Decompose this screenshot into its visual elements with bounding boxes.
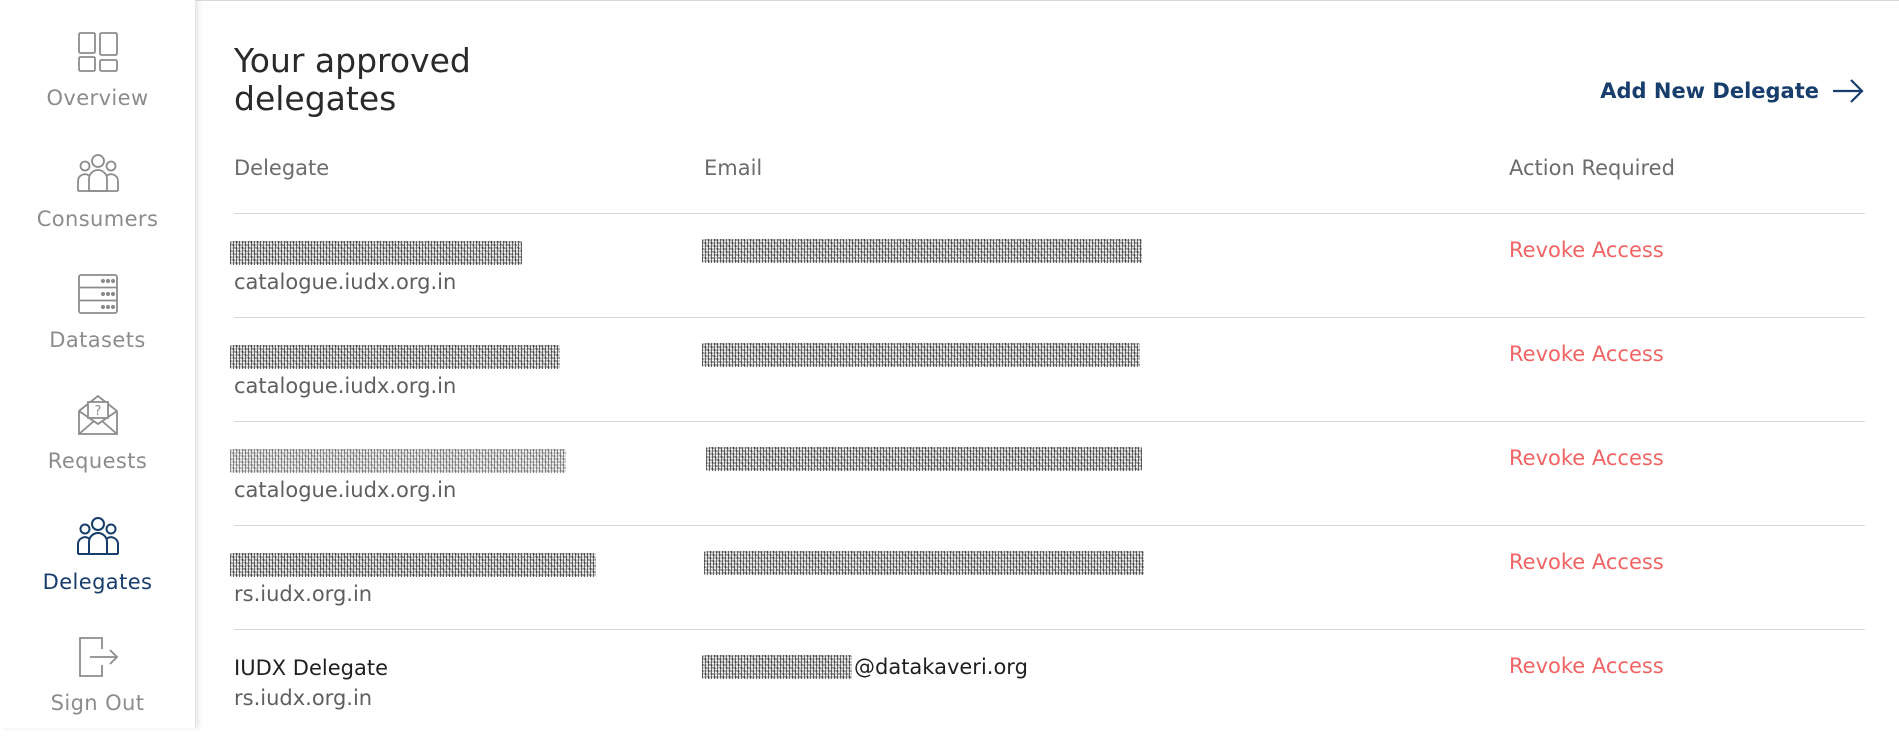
sidebar-item-label: Requests [47, 449, 148, 473]
column-header-delegate: Delegate [234, 156, 330, 180]
sidebar-item-label: Sign Out [50, 691, 145, 715]
revoke-access-button[interactable]: Revoke Access [1509, 446, 1664, 470]
requests-icon: ? [76, 393, 120, 437]
revoke-access-button[interactable]: Revoke Access [1509, 342, 1664, 366]
email-domain: @datakaveri.org [854, 655, 1028, 679]
redacted-delegate-name [230, 241, 522, 265]
delegate-server: rs.iudx.org.in [234, 582, 373, 606]
sidebar-item-label: Datasets [49, 328, 146, 352]
table-row: catalogue.iudx.org.in Revoke Access [230, 213, 1865, 318]
column-header-action: Action Required [1509, 156, 1675, 180]
redacted-delegate-name [230, 345, 560, 369]
table-row: catalogue.iudx.org.in Revoke Access [230, 421, 1865, 526]
redacted-email [702, 343, 1140, 367]
delegate-email [702, 234, 1142, 268]
table-row: rs.iudx.org.in Revoke Access [230, 525, 1865, 630]
table-row: IUDX Delegate rs.iudx.org.in @datakaveri… [234, 629, 1865, 734]
redacted-delegate-name [230, 449, 566, 473]
sidebar-item-label: Overview [46, 86, 149, 110]
delegate-email [702, 442, 1142, 476]
delegate-email: @datakaveri.org [702, 650, 1028, 684]
delegate-email [702, 546, 1144, 580]
sidebar-item-datasets[interactable]: Datasets [0, 262, 195, 374]
table-row: catalogue.iudx.org.in Revoke Access [230, 317, 1865, 422]
sidebar: Overview Consumers Datasets ? Requests D… [0, 0, 196, 728]
sidebar-item-requests[interactable]: ? Requests [0, 383, 195, 495]
revoke-access-button[interactable]: Revoke Access [1509, 654, 1664, 678]
datasets-icon [76, 272, 120, 316]
overview-icon [76, 30, 120, 74]
sidebar-item-overview[interactable]: Overview [0, 20, 195, 132]
sidebar-item-consumers[interactable]: Consumers [0, 141, 195, 253]
sign-out-icon [76, 635, 120, 679]
revoke-access-button[interactable]: Revoke Access [1509, 238, 1664, 262]
redacted-email [706, 447, 1142, 471]
delegates-panel: Your approved delegates Add New Delegate… [230, 0, 1865, 728]
column-header-email: Email [704, 156, 763, 180]
delegate-server: catalogue.iudx.org.in [234, 374, 457, 398]
delegate-server: catalogue.iudx.org.in [234, 478, 457, 502]
redacted-email [704, 551, 1144, 575]
sidebar-item-label: Delegates [42, 570, 153, 594]
add-new-delegate-label: Add New Delegate [1600, 79, 1819, 103]
sidebar-item-label: Consumers [36, 207, 159, 231]
redacted-email [702, 239, 1142, 263]
revoke-access-button[interactable]: Revoke Access [1509, 550, 1664, 574]
arrow-right-icon [1833, 79, 1864, 103]
delegate-server: rs.iudx.org.in [234, 686, 373, 710]
svg-text:?: ? [94, 404, 101, 419]
sidebar-item-delegates[interactable]: Delegates [0, 504, 195, 616]
delegate-server: catalogue.iudx.org.in [234, 270, 457, 294]
sidebar-item-sign-out[interactable]: Sign Out [0, 625, 195, 737]
redacted-email-user [702, 655, 852, 679]
delegates-icon [76, 514, 120, 558]
redacted-delegate-name [230, 553, 596, 577]
consumers-icon [76, 151, 120, 195]
delegate-email [702, 338, 1140, 372]
page-title: Your approved delegates [234, 41, 471, 118]
add-new-delegate-button[interactable]: Add New Delegate [1600, 78, 1865, 104]
delegate-name: IUDX Delegate [234, 656, 388, 680]
